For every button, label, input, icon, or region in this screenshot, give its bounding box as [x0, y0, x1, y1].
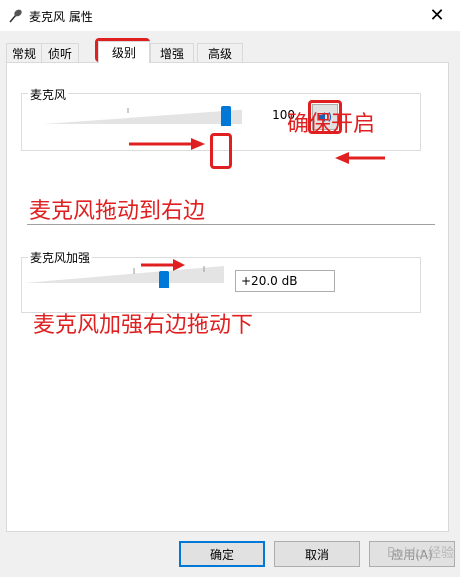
microphone-boost-group: 麦克风加强 +20.0 dB: [21, 249, 421, 313]
tab-label: 高级: [207, 46, 232, 61]
microphone-boost-thumb[interactable]: [159, 271, 169, 288]
tab-label: 常规: [11, 46, 36, 61]
cancel-label: 取消: [304, 547, 329, 562]
tab-label: 级别: [111, 46, 136, 60]
levels-panel: 麦克风 100 确保开启 麦克风拖动到右边 麦克风加强 +20.0 dB 麦克风…: [6, 62, 449, 532]
arrow-right-icon: [141, 259, 185, 271]
watermark: Baidu 经验: [386, 546, 454, 561]
microphone-icon: [9, 9, 22, 23]
microphone-slider[interactable]: [44, 108, 266, 126]
close-icon: ✕: [429, 5, 445, 26]
window-title: 麦克风 属性: [29, 10, 93, 24]
cancel-button[interactable]: 取消: [274, 541, 360, 567]
arrow-left-icon: [335, 152, 385, 164]
ok-button[interactable]: 确定: [179, 541, 265, 567]
microphone-boost-label: 麦克风加强: [28, 249, 93, 266]
microphone-slider-thumb[interactable]: [221, 106, 231, 126]
boost-value-text: +20.0 dB: [241, 274, 298, 288]
ok-label: 确定: [209, 547, 234, 562]
microphone-boost-slider[interactable]: [24, 266, 224, 284]
microphone-boost-value: +20.0 dB: [235, 270, 335, 292]
arrow-right-icon: [129, 138, 205, 150]
tab-levels[interactable]: 级别: [98, 41, 150, 63]
tab-label: 增强: [159, 46, 184, 61]
microphone-label: 麦克风: [28, 86, 69, 103]
tab-advanced[interactable]: 高级: [197, 43, 243, 62]
mic-thumb-highlight: [210, 133, 232, 169]
tab-listen[interactable]: 侦听: [41, 43, 79, 62]
annotation-drag-mic: 麦克风拖动到右边: [29, 199, 206, 224]
section-divider: [27, 224, 435, 225]
tab-general[interactable]: 常规: [6, 43, 42, 62]
title-bar: 麦克风 属性 ✕: [0, 0, 460, 31]
tab-label: 侦听: [47, 46, 72, 61]
close-button[interactable]: ✕: [414, 0, 460, 31]
dialog-body: 常规 侦听 级别 增强 高级 麦克风 100 确保开启 麦克风拖动到右边 麦克风…: [0, 31, 460, 577]
tab-enhancements[interactable]: 增强: [150, 43, 194, 62]
annotation-ensure-on: 确保开启: [287, 112, 376, 137]
annotation-drag-boost: 麦克风加强右边拖动下: [33, 313, 254, 338]
